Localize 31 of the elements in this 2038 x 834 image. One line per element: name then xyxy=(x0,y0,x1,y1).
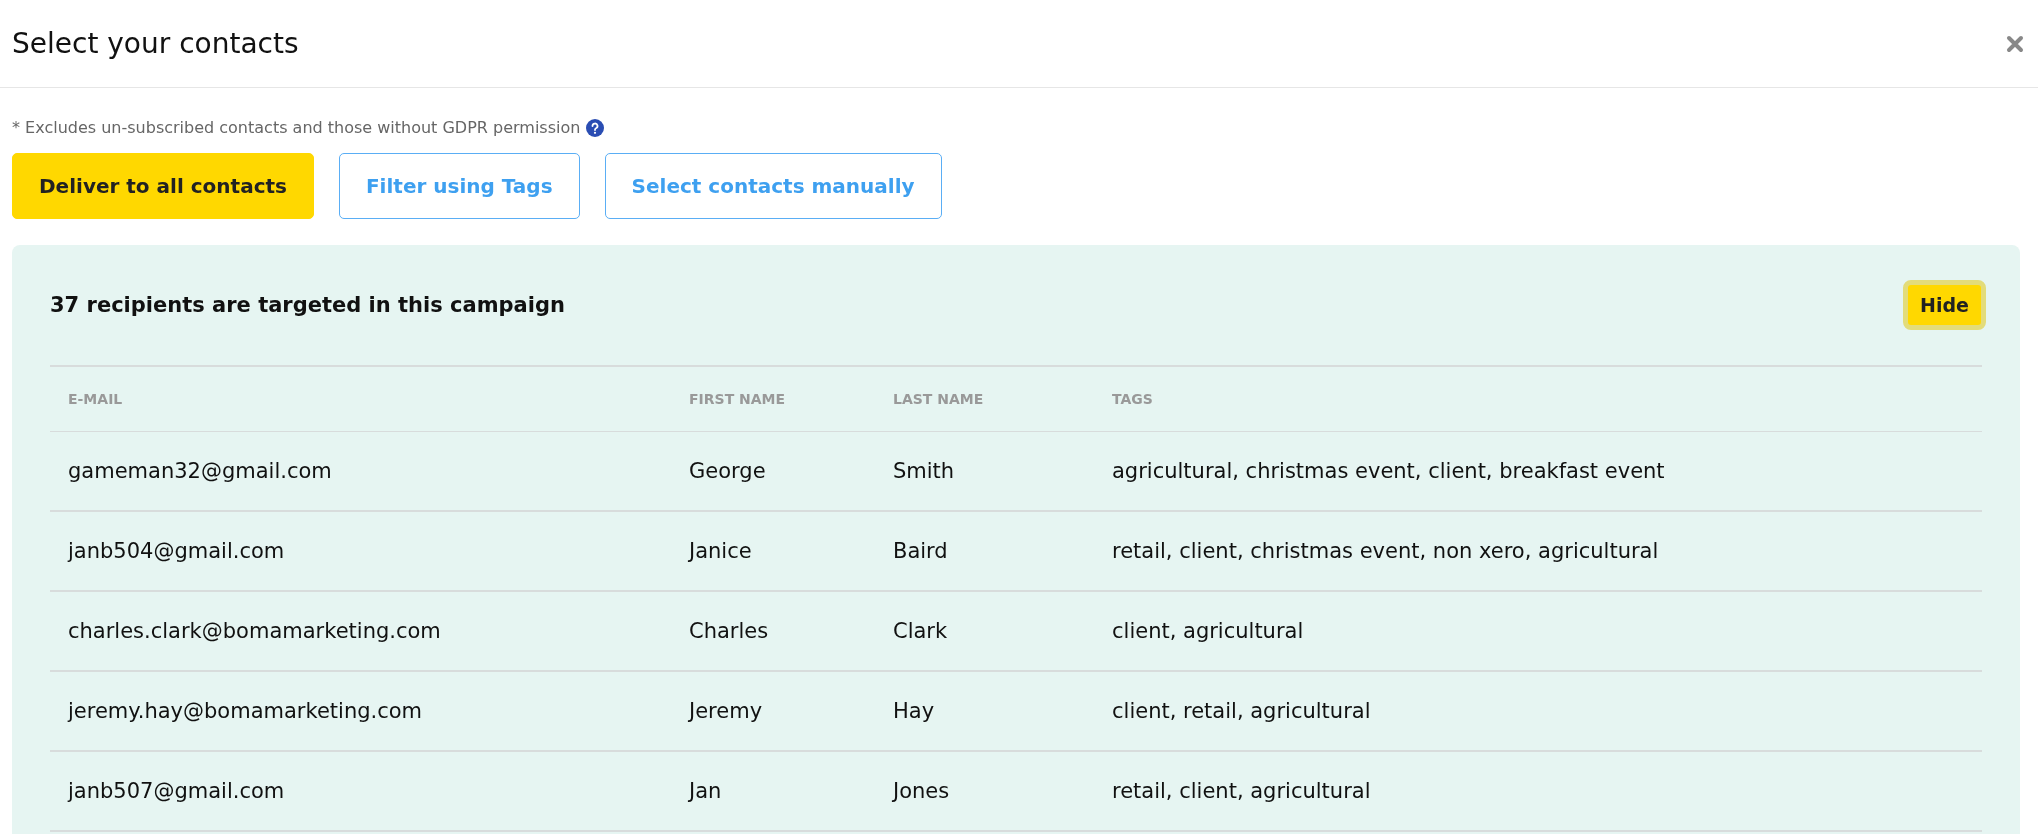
column-header: LAST NAME xyxy=(875,367,1094,432)
table-cell: janb507@gmail.com xyxy=(50,752,671,832)
table-cell: Jones xyxy=(875,752,1094,832)
recipients-summary: 37 recipients are targeted in this campaign xyxy=(50,293,565,317)
table-cell: Charles xyxy=(671,592,875,672)
table-cell: client, retail, agricultural xyxy=(1094,672,1982,752)
table-cell: charles.clark@bomamarketing.com xyxy=(50,592,671,672)
column-header: E-MAIL xyxy=(50,367,671,432)
dialog-title: Select your contacts xyxy=(12,27,299,60)
table-cell: janb504@gmail.com xyxy=(50,512,671,592)
table-cell: Clark xyxy=(875,592,1094,672)
table-cell: client, agricultural xyxy=(1094,592,1982,672)
table-cell: gameman32@gmail.com xyxy=(50,432,671,512)
hide-button[interactable]: Hide xyxy=(1903,280,1986,330)
table-cell: retail, client, agricultural xyxy=(1094,752,1982,832)
table-cell: retail, client, christmas event, non xero, agricultural xyxy=(1094,512,1982,592)
close-icon[interactable] xyxy=(2006,34,2024,53)
column-header: TAGS xyxy=(1094,367,1982,432)
table-cell: George xyxy=(671,432,875,512)
table-cell: Baird xyxy=(875,512,1094,592)
table-cell: Hay xyxy=(875,672,1094,752)
note-text: * Excludes un-subscribed contacts and those without GDPR permission xyxy=(12,118,581,137)
table-cell: Jan xyxy=(671,752,875,832)
help-icon[interactable] xyxy=(586,118,605,137)
table-cell: Smith xyxy=(875,432,1094,512)
table-cell: agricultural, christmas event, client, breakfast event xyxy=(1094,432,1982,512)
mode-button[interactable]: Deliver to all contacts xyxy=(12,153,314,219)
table-cell: jeremy.hay@bomamarketing.com xyxy=(50,672,671,752)
column-header: FIRST NAME xyxy=(671,367,875,432)
table-cell: Janice xyxy=(671,512,875,592)
table-cell: Jeremy xyxy=(671,672,875,752)
